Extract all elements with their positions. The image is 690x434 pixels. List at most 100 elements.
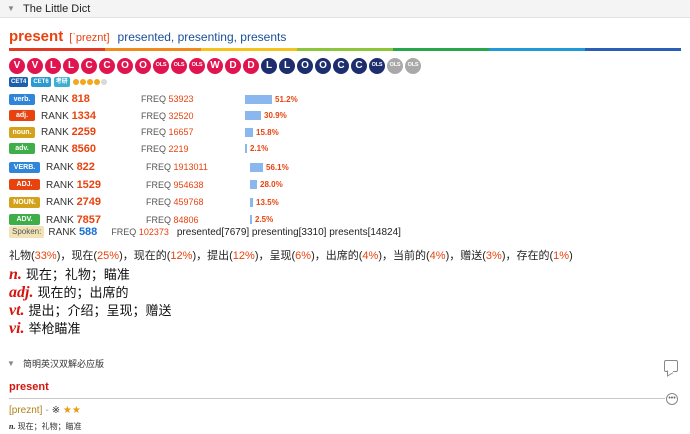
source-badge[interactable]: OLS	[405, 58, 421, 74]
source-badge[interactable]: O	[117, 58, 133, 74]
share-bar	[250, 180, 257, 189]
share-percent: 2.1%	[250, 144, 269, 153]
source-badge[interactable]: L	[63, 58, 79, 74]
translation-item: 赠送(3%)，	[460, 250, 517, 262]
source-badge[interactable]: D	[243, 58, 259, 74]
share-percent: 30.9%	[264, 111, 287, 120]
share-percent: 56.1%	[266, 162, 289, 172]
rainbow-segment	[297, 48, 393, 51]
rank-value: RANK 8560	[41, 142, 97, 155]
divider	[9, 398, 665, 399]
definition-pos: n.	[9, 266, 22, 283]
chevron-down-icon[interactable]: ▼	[7, 4, 17, 13]
dict-header[interactable]: ▼ The Little Dict	[0, 0, 690, 18]
spoken-forms: presented[7679] presenting[3310] present…	[176, 226, 401, 238]
headword: present	[9, 28, 64, 45]
pos-badge: ADJ.	[9, 179, 40, 190]
definition-meaning: 现在的；出席的	[37, 285, 129, 300]
exam-tag: CET6	[31, 77, 51, 87]
source-badge[interactable]: OLS	[369, 58, 385, 74]
definition-pos: vi.	[9, 320, 25, 337]
source-badge[interactable]: V	[9, 58, 25, 74]
share-bar	[245, 144, 247, 153]
rainbow-segment	[585, 48, 681, 51]
spoken-rank: RANK 588	[48, 226, 98, 238]
translation-item: 现在的(12%)，	[133, 250, 208, 262]
source-badge[interactable]: C	[351, 58, 367, 74]
source-badge[interactable]: OLS	[153, 58, 169, 74]
word-line: present [ˈpreznt] presented, presenting,…	[9, 28, 286, 45]
translation-item: 呈现(6%)，	[269, 250, 326, 262]
phonetic-text: [ˈpreznt]	[69, 32, 110, 44]
source-badge[interactable]: C	[81, 58, 97, 74]
source-badge[interactable]: C	[333, 58, 349, 74]
rank-row: noun. RANK 2259 FREQ 16657 15.8%	[9, 125, 409, 139]
more-options-icon[interactable]: •••	[666, 393, 678, 405]
source-badge[interactable]: O	[297, 58, 313, 74]
frequency-dot	[72, 79, 79, 85]
source-badge[interactable]: L	[261, 58, 277, 74]
frequency-dot	[79, 79, 86, 85]
share-percent: 15.8%	[256, 127, 279, 137]
rank-row: adv. RANK 8560 FREQ 2219 2.1%	[9, 142, 409, 156]
rank-value: RANK 822	[46, 161, 95, 173]
section-header-bing[interactable]: ▼ 简明英汉双解必应版	[0, 355, 690, 371]
source-badge[interactable]: D	[225, 58, 241, 74]
freq-value: FREQ 84806	[146, 214, 199, 225]
pos-badge: adv.	[9, 143, 35, 154]
source-badge[interactable]: L	[45, 58, 61, 74]
share-bar	[245, 94, 272, 104]
section2-phonetic[interactable]: [preznt]	[9, 405, 42, 416]
dict-title: The Little Dict	[23, 2, 91, 15]
dictionary-source-badges: V V L L C C O O OLS OLS OLS W D D L L O O C C OLS OLS OLS	[9, 58, 423, 74]
section-title: 简明英汉双解必应版	[23, 358, 105, 369]
spoken-tag: Spoken:	[9, 226, 45, 238]
section2-phonetic-row: [preznt] - ※ ★★	[9, 405, 81, 416]
chevron-down-icon[interactable]: ▼	[7, 359, 17, 368]
rank-row: NOUN. RANK 2749 FREQ 459768 13.5%	[9, 195, 409, 209]
freq-value: FREQ 1913011	[146, 162, 208, 172]
pos-badge: VERB.	[9, 161, 40, 173]
rank-value: RANK 1334	[41, 109, 97, 122]
frequency-dot	[100, 79, 107, 85]
definition-meaning: 提出；介绍；呈现；赠送	[28, 303, 172, 318]
exam-tags: CET4 CET6 考研	[9, 77, 108, 87]
pos-badge: noun.	[9, 126, 35, 138]
freq-value: FREQ 16657	[141, 127, 194, 137]
definition-row: n. 现在；礼物；瞄准	[9, 264, 172, 283]
rank-value: RANK 2749	[46, 196, 102, 208]
comment-icon[interactable]	[664, 360, 678, 372]
freq-value: FREQ 954638	[146, 179, 204, 190]
translation-distribution: 礼物(33%)，现在(25%)，现在的(12%)，提出(12%)，呈现(6%)，…	[9, 247, 573, 263]
share-percent: 28.0%	[260, 180, 283, 189]
frequency-dot	[86, 79, 93, 85]
phonetic[interactable]: [ˈpreznt]	[69, 32, 109, 44]
source-badge[interactable]: W	[207, 58, 223, 74]
definitions: n. 现在；礼物；瞄准 adj. 现在的；出席的 vt. 提出；介绍；呈现；赠送 vi. 举枪…	[9, 264, 172, 337]
source-badge[interactable]: L	[279, 58, 295, 74]
source-badge[interactable]: C	[99, 58, 115, 74]
spoken-row: Spoken: RANK 588 FREQ 102373 presented[7…	[9, 226, 401, 238]
source-badge[interactable]: OLS	[387, 58, 403, 74]
definition-row: adj. 现在的；出席的	[9, 282, 172, 301]
rainbow-segment	[393, 48, 489, 51]
translation-item: 现在(25%)，	[71, 250, 134, 262]
rank-row: ADJ. RANK 1529 FREQ 954638 28.0%	[9, 178, 409, 192]
rank-value: RANK 2259	[41, 126, 97, 138]
source-badge[interactable]: OLS	[171, 58, 187, 74]
source-badge[interactable]: OLS	[189, 58, 205, 74]
share-bar	[245, 111, 261, 120]
pos-badge: NOUN.	[9, 196, 40, 208]
section2-headword: present	[9, 381, 49, 393]
marker: ※	[51, 405, 61, 416]
rainbow-divider	[9, 48, 681, 51]
source-badge[interactable]: O	[135, 58, 151, 74]
share-bar	[245, 127, 253, 137]
pos-badge: adj.	[9, 110, 35, 121]
source-badge[interactable]: O	[315, 58, 331, 74]
source-badge[interactable]: V	[27, 58, 43, 74]
definition-row: vi. 举枪瞄准	[9, 318, 172, 337]
freq-value: FREQ 53923	[141, 94, 194, 104]
definition-meaning: 举枪瞄准	[28, 321, 81, 336]
freq-value: FREQ 32520	[141, 110, 194, 121]
